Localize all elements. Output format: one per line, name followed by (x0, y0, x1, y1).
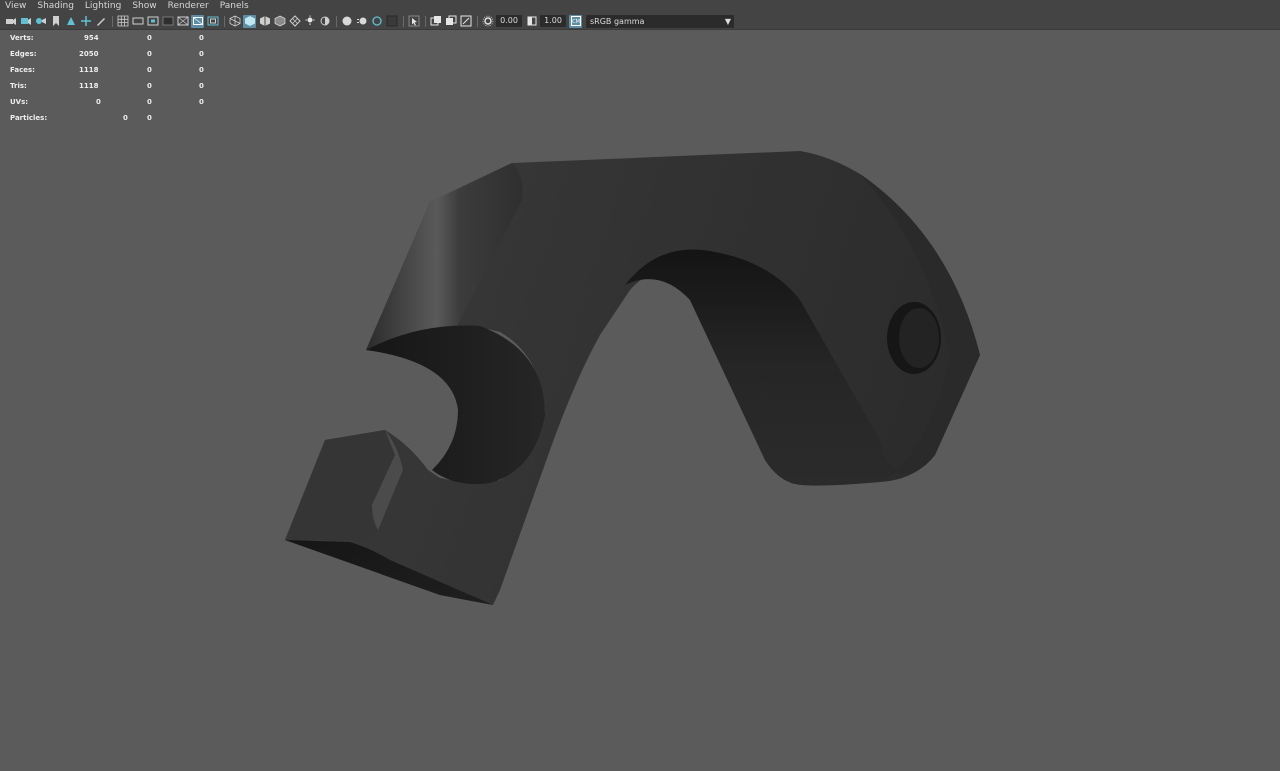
hud-value: 0 (147, 34, 152, 42)
bookmark-icon[interactable] (49, 15, 62, 28)
hud-value: 0 (199, 82, 204, 90)
exposure-icon[interactable] (481, 15, 494, 28)
xray-active-components-icon[interactable] (444, 15, 457, 28)
menu-lighting[interactable]: Lighting (80, 0, 127, 13)
textured-icon[interactable] (288, 15, 301, 28)
viewport[interactable] (0, 0, 1280, 771)
xray-icon[interactable] (429, 15, 442, 28)
menu-view[interactable]: View (0, 0, 32, 13)
color-space-value: sRGB gamma (590, 16, 645, 26)
hud-value: 2050 (79, 50, 99, 58)
menu-show[interactable]: Show (127, 0, 162, 13)
hud-value: 0 (147, 82, 152, 90)
isolate-select-icon[interactable] (407, 15, 420, 28)
toolbar-separator (425, 15, 426, 27)
safe-title-icon[interactable] (206, 15, 219, 28)
hud-value: 0 (199, 66, 204, 74)
lights-icon[interactable] (303, 15, 316, 28)
toolbar-separator (336, 15, 337, 27)
film-gate-icon[interactable] (131, 15, 144, 28)
hud-value: 0 (147, 114, 152, 122)
wireframe-icon[interactable] (228, 15, 241, 28)
chevron-down-icon: ▼ (724, 16, 731, 26)
hud-value: 1118 (79, 66, 99, 74)
depth-of-field-icon[interactable] (385, 15, 398, 28)
xray-joints-icon[interactable] (459, 15, 472, 28)
exposure-field[interactable]: 0.00 (496, 15, 522, 27)
resolution-gate-icon[interactable] (146, 15, 159, 28)
bracket-model[interactable] (285, 151, 980, 605)
motion-blur-icon[interactable] (355, 15, 368, 28)
hud-value: 954 (84, 34, 99, 42)
svg-text:CM: CM (572, 19, 580, 25)
menu-shading[interactable]: Shading (32, 0, 80, 13)
color-management-icon[interactable]: CM (569, 14, 582, 28)
grease-pencil-icon[interactable] (94, 15, 107, 28)
hud-value: 1118 (79, 82, 99, 90)
gamma-icon[interactable] (525, 15, 538, 28)
toolbar-separator (224, 15, 225, 27)
shadows-icon[interactable] (318, 15, 331, 28)
menu-panels[interactable]: Panels (215, 0, 255, 13)
mounting-hole-inner (899, 308, 939, 368)
hud-value: 0 (147, 66, 152, 74)
hud-label: Faces: (10, 66, 35, 74)
hud-value: 0 (147, 98, 152, 106)
toolbar-separator (403, 15, 404, 27)
gamma-field[interactable]: 1.00 (540, 15, 566, 27)
gate-mask-icon[interactable] (161, 15, 174, 28)
hud-label: Edges: (10, 50, 37, 58)
panel-menu-bar: View Shading Lighting Show Renderer Pane… (0, 0, 1280, 13)
default-material-icon[interactable] (258, 15, 271, 28)
menu-renderer[interactable]: Renderer (163, 0, 215, 13)
2d-pan-zoom-icon[interactable] (79, 15, 92, 28)
toolbar-separator (112, 15, 113, 27)
hud-label: Particles: (10, 114, 48, 122)
toolbar-separator (477, 15, 478, 27)
hud-value: 0 (199, 34, 204, 42)
panel-toolbar: 0.00 1.00 CM sRGB gamma ▼ (0, 13, 1280, 30)
hud-value: 0 (147, 50, 152, 58)
color-space-dropdown[interactable]: sRGB gamma ▼ (586, 14, 734, 28)
smooth-shade-icon[interactable] (243, 14, 256, 28)
hud-value: 0 (199, 98, 204, 106)
field-chart-icon[interactable] (176, 15, 189, 28)
hud-label: UVs: (10, 98, 29, 106)
bracket-body (285, 151, 980, 605)
hud-label: Verts: (10, 34, 34, 42)
image-plane-icon[interactable] (64, 15, 77, 28)
wireframe-on-shaded-icon[interactable] (273, 15, 286, 28)
select-camera-icon[interactable] (4, 15, 17, 28)
hud-value: 0 (123, 114, 128, 122)
ambient-occlusion-icon[interactable] (340, 15, 353, 28)
hud-value: 0 (96, 98, 101, 106)
anti-aliasing-icon[interactable] (370, 15, 383, 28)
grid-icon[interactable] (116, 15, 129, 28)
camera-attributes-icon[interactable] (19, 15, 32, 28)
hud-label: Tris: (10, 82, 27, 90)
hud-value: 0 (199, 50, 204, 58)
safe-action-icon[interactable] (191, 14, 204, 28)
bookmark-camera-icon[interactable] (34, 15, 47, 28)
